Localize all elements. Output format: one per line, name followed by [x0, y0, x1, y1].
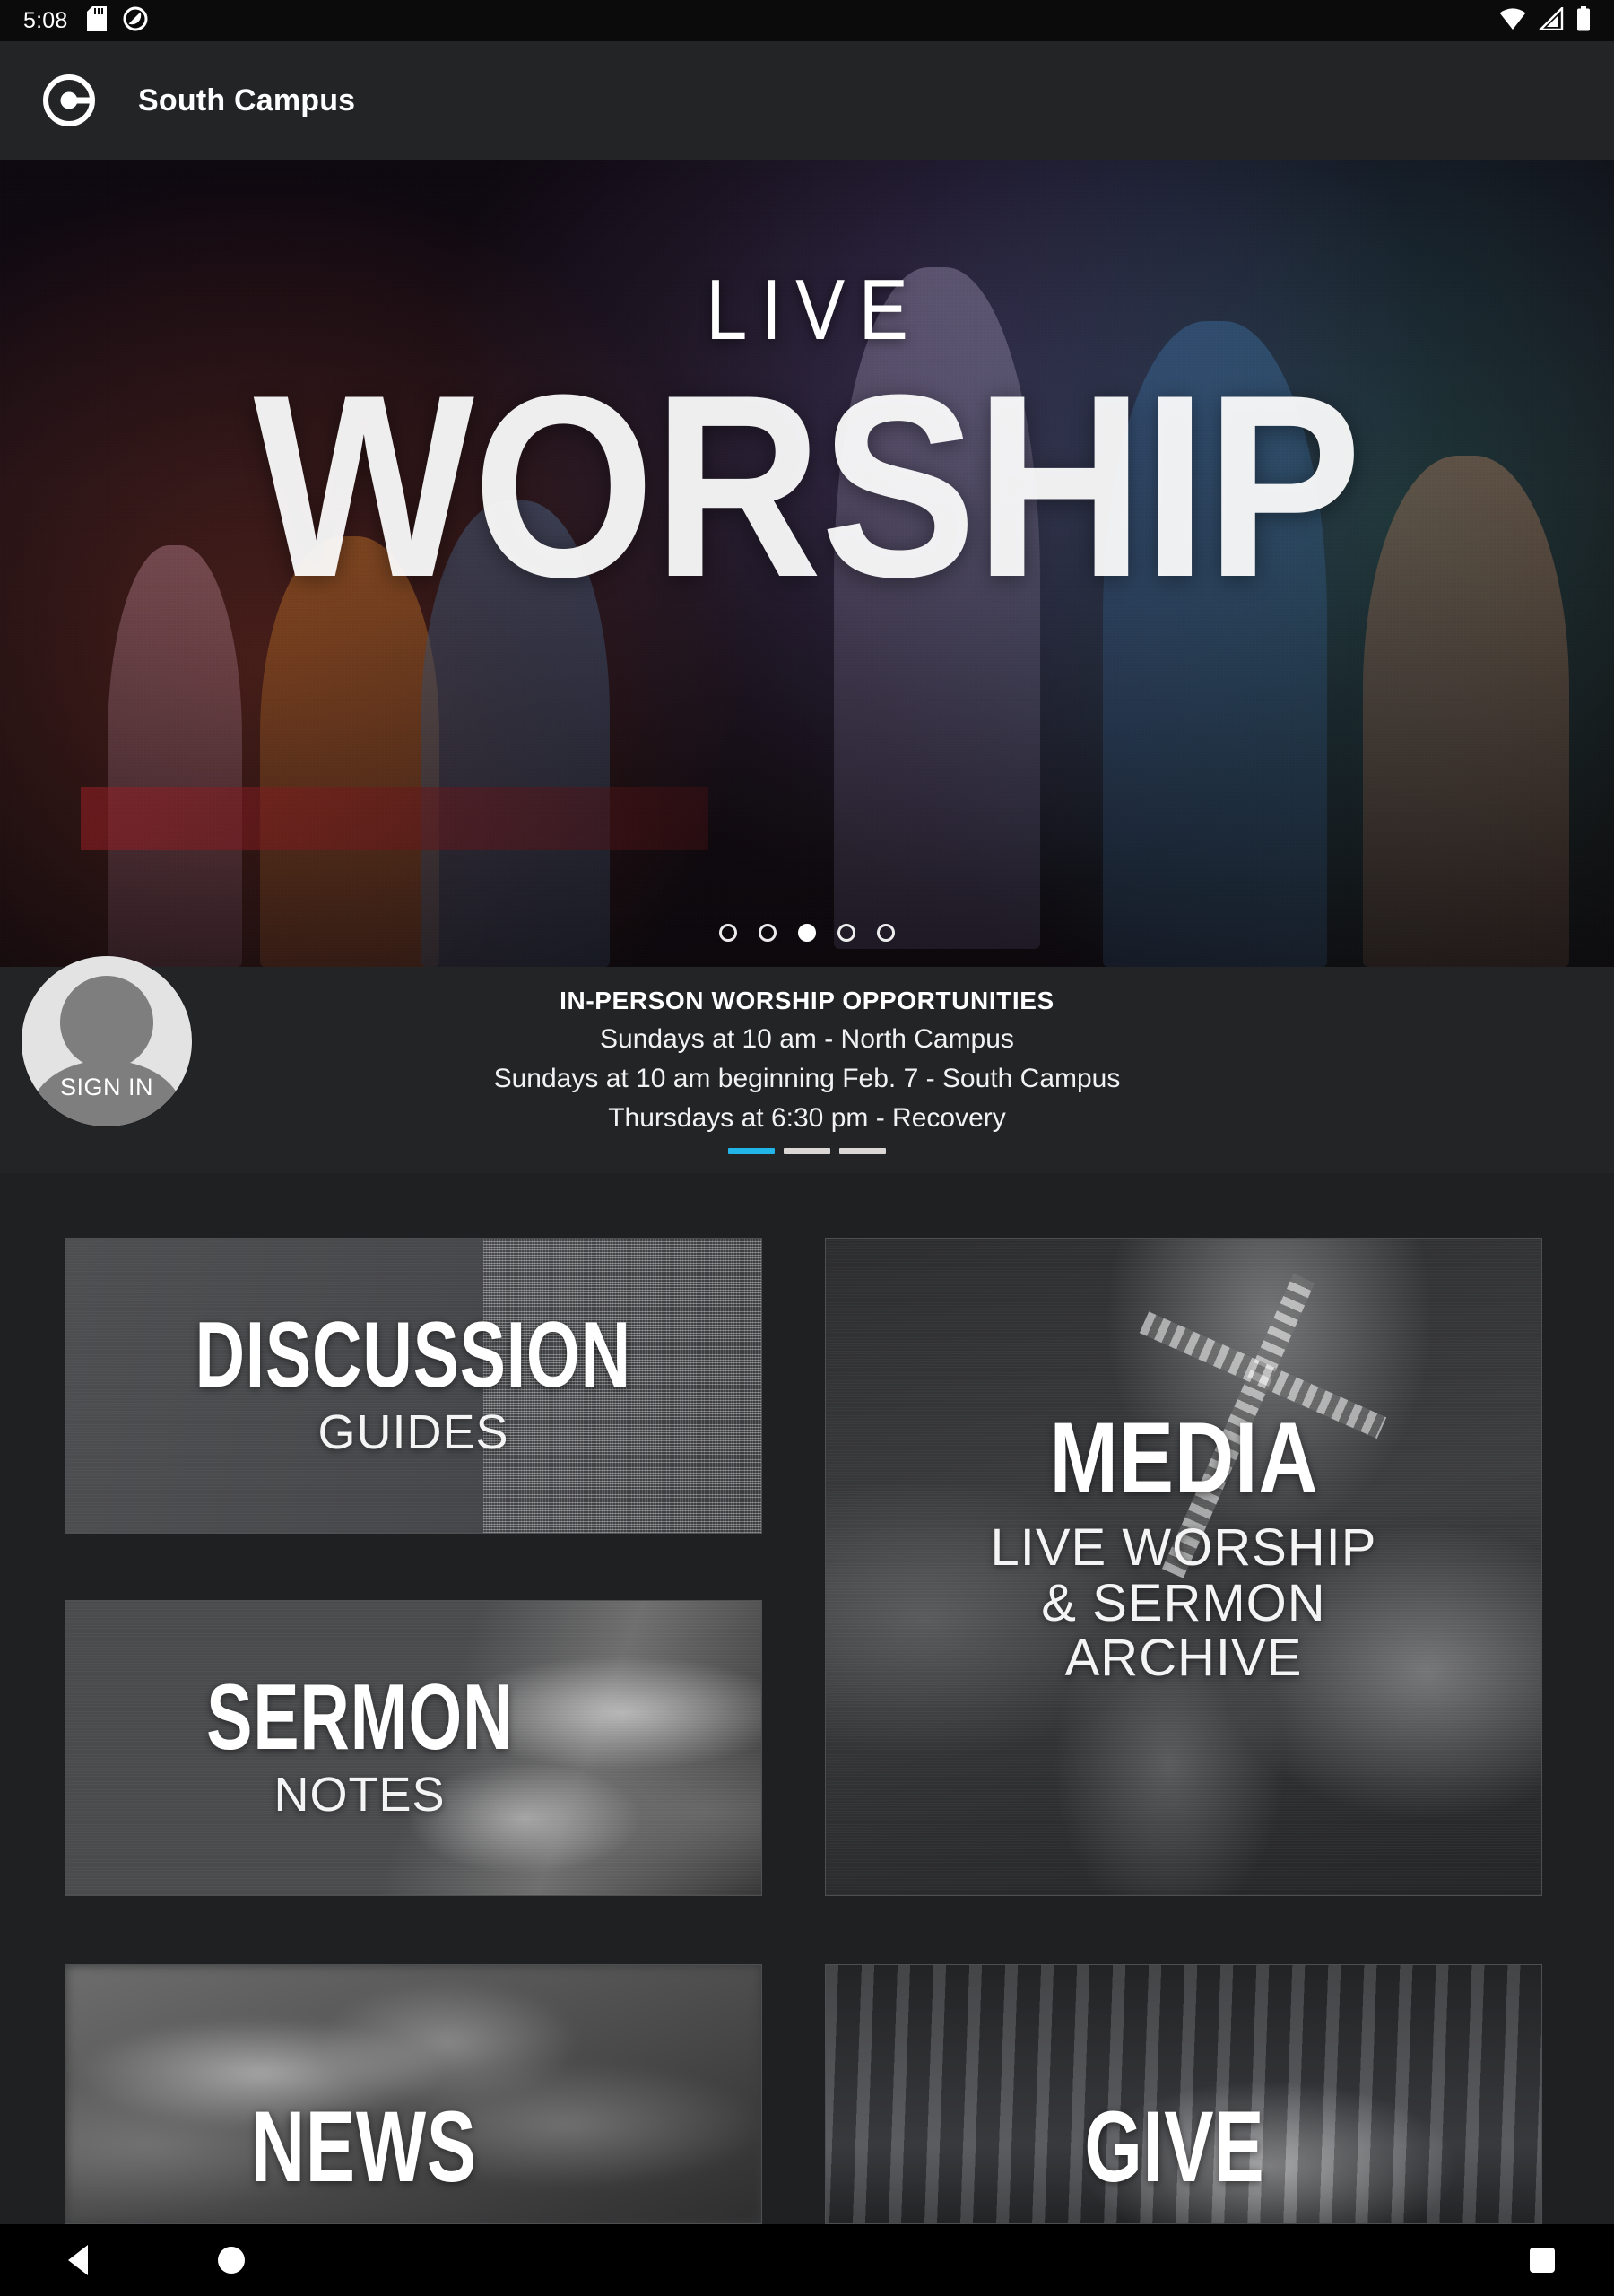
card-media-text: MEDIA LIVE WORSHIP & SERMON ARCHIVE	[990, 1402, 1377, 1688]
announcement-bar-2[interactable]	[784, 1148, 830, 1154]
carousel-dot-5[interactable]	[877, 924, 895, 942]
card-sermon-title: SERMON	[205, 1665, 514, 1770]
card-give[interactable]: GIVE	[825, 1964, 1542, 2224]
card-media-subtitle: LIVE WORSHIP & SERMON ARCHIVE	[990, 1518, 1377, 1688]
card-discussion-guides[interactable]: DISCUSSION GUIDES	[65, 1238, 762, 1534]
battery-icon	[1576, 5, 1591, 36]
card-news[interactable]: NEWS	[65, 1964, 762, 2224]
card-sermon-notes[interactable]: SERMON NOTES	[65, 1600, 762, 1896]
announcement-page-indicator[interactable]	[728, 1148, 886, 1154]
app-bar: South Campus	[0, 41, 1614, 160]
announcement-line-1: Sundays at 10 am - North Campus	[600, 1024, 1014, 1054]
status-bar: 5:08	[0, 0, 1614, 41]
card-give-text: GIVE	[1053, 2091, 1297, 2204]
carousel-dots[interactable]	[0, 924, 1614, 942]
status-bar-clock: 5:08	[23, 7, 68, 33]
do-not-disturb-icon	[123, 6, 148, 36]
church-circle-logo-icon[interactable]	[43, 74, 95, 126]
announcement-bar-3[interactable]	[839, 1148, 886, 1154]
card-media[interactable]: MEDIA LIVE WORSHIP & SERMON ARCHIVE	[825, 1238, 1542, 1896]
announcement-banner[interactable]: IN-PERSON WORSHIP OPPORTUNITIES Sundays …	[0, 967, 1614, 1173]
card-discussion-subtitle: GUIDES	[317, 1405, 509, 1460]
card-sermon-text: SERMON NOTES	[152, 1665, 567, 1822]
announcement-title: IN-PERSON WORSHIP OPPORTUNITIES	[560, 987, 1054, 1014]
cellular-signal-icon	[1538, 4, 1564, 35]
card-news-text: NEWS	[212, 2091, 516, 2204]
card-media-title: MEDIA	[1048, 1402, 1319, 1515]
hero-background-image	[0, 160, 1614, 967]
hero-carousel[interactable]: LIVE WORSHIP	[0, 160, 1614, 967]
announcement-line-3: Thursdays at 6:30 pm - Recovery	[608, 1103, 1006, 1133]
announcement-line-2: Sundays at 10 am beginning Feb. 7 - Sout…	[493, 1064, 1121, 1093]
android-navigation-bar	[0, 2224, 1614, 2296]
card-news-title: NEWS	[251, 2091, 477, 2204]
carousel-dot-4[interactable]	[837, 924, 855, 942]
status-bar-right-icons	[1499, 4, 1591, 36]
page-title: South Campus	[138, 83, 356, 117]
card-give-title: GIVE	[1084, 2091, 1265, 2204]
status-bar-left-icons	[87, 5, 148, 36]
sd-card-icon	[87, 5, 108, 36]
sign-in-button[interactable]: SIGN IN	[22, 956, 192, 1126]
card-sermon-subtitle: NOTES	[273, 1768, 446, 1822]
card-discussion-text: DISCUSSION GUIDES	[118, 1302, 707, 1460]
carousel-dot-3-active[interactable]	[798, 924, 816, 942]
wifi-icon	[1499, 7, 1526, 35]
sign-in-label: SIGN IN	[59, 1074, 153, 1100]
card-discussion-title: DISCUSSION	[195, 1302, 632, 1407]
recents-square-icon[interactable]	[1530, 2248, 1555, 2273]
announcement-bar-1-active[interactable]	[728, 1148, 775, 1154]
home-circle-icon[interactable]	[218, 2247, 245, 2274]
back-triangle-icon[interactable]	[68, 2245, 88, 2275]
app-root: 5:08 South Campus LIVE WORSHIP IN-PERSON…	[0, 0, 1614, 2296]
card-grid: DISCUSSION GUIDES SERMON NOTES NEWS MEDI…	[0, 1238, 1614, 2224]
carousel-dot-2[interactable]	[759, 924, 777, 942]
person-avatar-icon	[60, 976, 153, 1069]
carousel-dot-1[interactable]	[719, 924, 737, 942]
